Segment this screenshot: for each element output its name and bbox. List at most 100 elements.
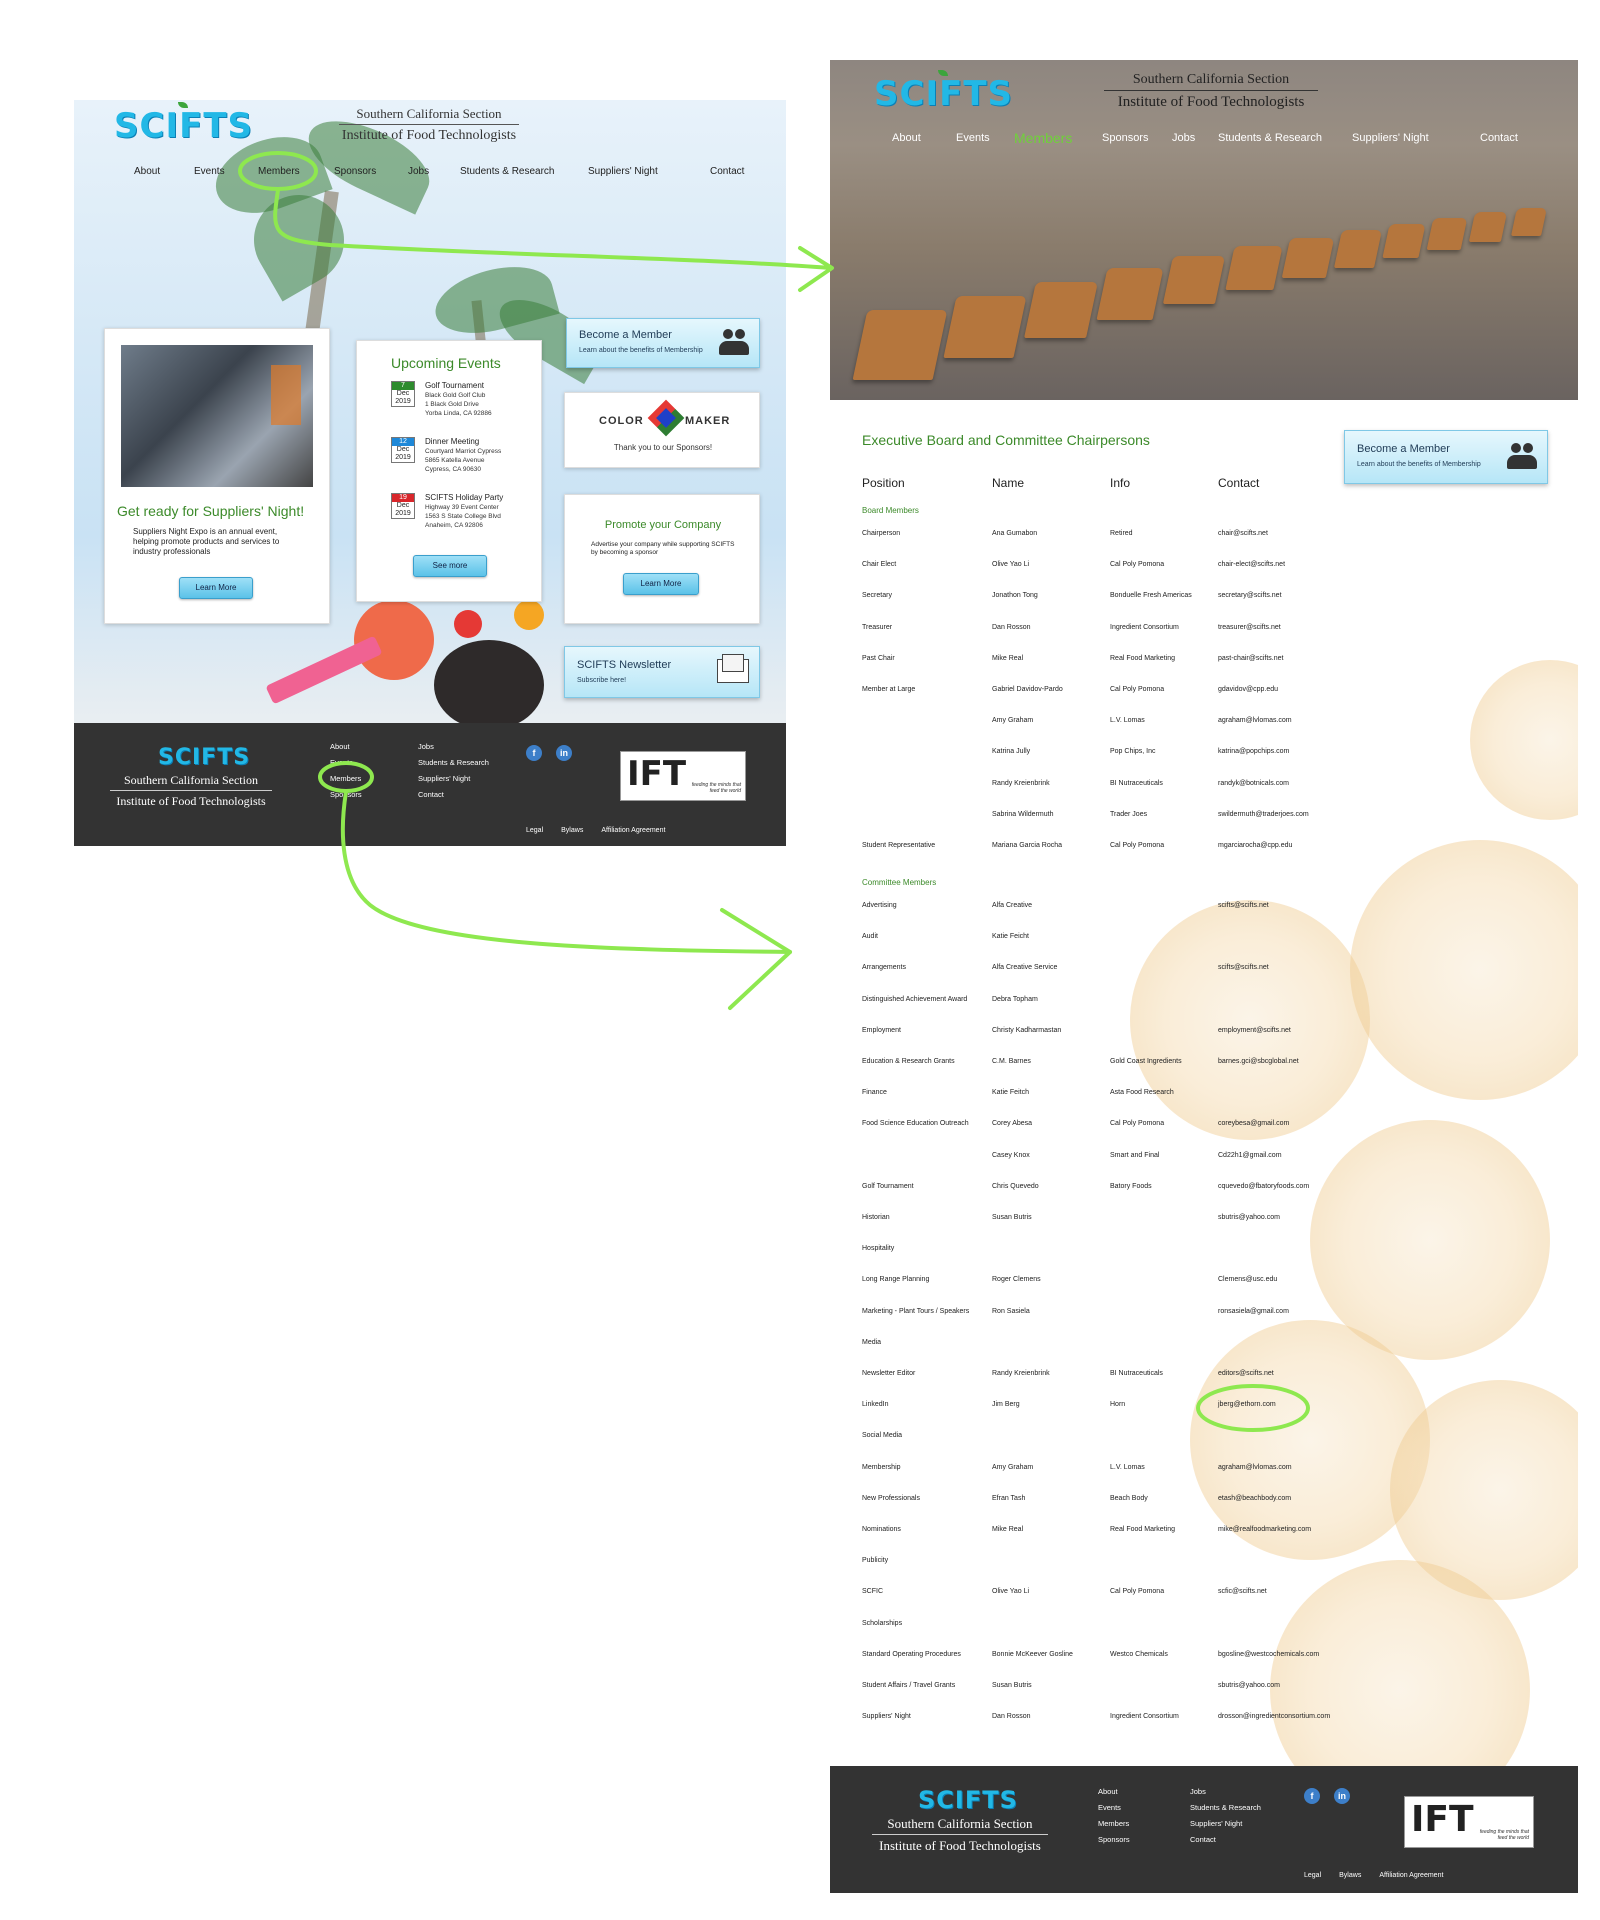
- nav-contact[interactable]: Contact: [1480, 132, 1540, 146]
- nav-students-research[interactable]: Students & Research: [460, 166, 588, 177]
- row-contact[interactable]: treasurer@scifts.net: [1218, 624, 1281, 631]
- nav-events[interactable]: Events: [956, 132, 1014, 146]
- nav-students-research[interactable]: Students & Research: [1218, 132, 1352, 146]
- logo[interactable]: SCIFTS: [114, 102, 253, 146]
- nav-contact[interactable]: Contact: [710, 166, 770, 177]
- row-position: Secretary: [862, 592, 892, 600]
- bylaws-link[interactable]: Bylaws: [1339, 1872, 1361, 1879]
- promote-learn-more-button[interactable]: Learn More: [623, 573, 699, 595]
- linkedin-icon[interactable]: in: [1334, 1788, 1350, 1804]
- row-contact[interactable]: employment@scifts.net: [1218, 1027, 1291, 1034]
- row-position: Employment: [862, 1026, 901, 1034]
- nav-about[interactable]: About: [134, 166, 194, 177]
- calendar-icon: 19 Dec 2019: [391, 493, 415, 519]
- row-contact[interactable]: drosson@ingredientconsortium.com: [1218, 1713, 1330, 1720]
- footer-link-suppliers-night[interactable]: Suppliers' Night: [418, 771, 489, 787]
- footer-link-about[interactable]: About: [330, 739, 362, 755]
- linkedin-icon[interactable]: in: [556, 745, 572, 761]
- fruit-bowl: [434, 640, 544, 730]
- see-more-button[interactable]: See more: [413, 555, 487, 577]
- footer-logo[interactable]: SCIFTS: [158, 745, 250, 770]
- row-contact[interactable]: bgosline@westcochemicals.com: [1218, 1651, 1319, 1658]
- row-contact[interactable]: agraham@lvlomas.com: [1218, 717, 1292, 724]
- footer-link-students-research[interactable]: Students & Research: [418, 755, 489, 771]
- nav-events[interactable]: Events: [194, 166, 258, 177]
- row-contact[interactable]: scifts@scifts.net: [1218, 964, 1269, 971]
- become-member-title: Become a Member: [579, 329, 672, 341]
- ift-logo[interactable]: IFT feeding the minds that feed the worl…: [1404, 1796, 1534, 1848]
- row-contact[interactable]: editors@scifts.net: [1218, 1370, 1274, 1377]
- footer-link-students-research[interactable]: Students & Research: [1190, 1800, 1261, 1816]
- nav-suppliers-night[interactable]: Suppliers' Night: [1352, 132, 1480, 146]
- affiliation-agreement-link[interactable]: Affiliation Agreement: [601, 827, 665, 834]
- legal-link[interactable]: Legal: [1304, 1872, 1321, 1879]
- row-contact[interactable]: jberg@ethorn.com: [1218, 1401, 1276, 1408]
- row-contact[interactable]: sbutris@yahoo.com: [1218, 1682, 1280, 1689]
- row-contact[interactable]: barnes.gci@sbcglobal.net: [1218, 1058, 1299, 1065]
- row-contact[interactable]: agraham@lvlomas.com: [1218, 1464, 1292, 1471]
- become-member-card[interactable]: Become a Member Learn about the benefits…: [566, 318, 760, 368]
- nav-sponsors[interactable]: Sponsors: [334, 166, 408, 177]
- become-member-card[interactable]: Become a Member Learn about the benefits…: [1344, 430, 1548, 484]
- footer-link-jobs[interactable]: Jobs: [1190, 1784, 1261, 1800]
- footer-link-jobs[interactable]: Jobs: [418, 739, 489, 755]
- chair: [1382, 224, 1426, 258]
- affiliation-agreement-link[interactable]: Affiliation Agreement: [1379, 1872, 1443, 1879]
- row-info: Ingredient Consortium: [1110, 1713, 1179, 1721]
- footer-link-suppliers-night[interactable]: Suppliers' Night: [1190, 1816, 1261, 1832]
- row-contact[interactable]: scifts@scifts.net: [1218, 902, 1269, 909]
- row-contact[interactable]: randyk@botnicals.com: [1218, 780, 1289, 787]
- nav-jobs[interactable]: Jobs: [1172, 132, 1218, 146]
- row-position: SCFIC: [862, 1588, 883, 1596]
- row-contact[interactable]: Clemens@usc.edu: [1218, 1276, 1277, 1283]
- footer-link-members[interactable]: Members: [330, 771, 362, 787]
- row-info: BI Nutraceuticals: [1110, 779, 1163, 787]
- footer-link-about[interactable]: About: [1098, 1784, 1130, 1800]
- footer-logo[interactable]: SCIFTS: [918, 1786, 1018, 1814]
- row-contact[interactable]: coreybesa@gmail.com: [1218, 1120, 1289, 1127]
- row-contact[interactable]: ronsasiela@gmail.com: [1218, 1308, 1289, 1315]
- row-contact[interactable]: Cd22h1@gmail.com: [1218, 1152, 1282, 1159]
- nav-sponsors[interactable]: Sponsors: [1102, 132, 1172, 146]
- row-position: Advertising: [862, 902, 897, 909]
- bylaws-link[interactable]: Bylaws: [561, 827, 583, 834]
- row-contact[interactable]: swildermuth@traderjoes.com: [1218, 811, 1309, 818]
- footer-link-members[interactable]: Members: [1098, 1816, 1130, 1832]
- nav-about[interactable]: About: [892, 132, 956, 146]
- row-contact[interactable]: secretary@scifts.net: [1218, 592, 1282, 599]
- facebook-icon[interactable]: f: [526, 745, 542, 761]
- footer-link-sponsors[interactable]: Sponsors: [1098, 1832, 1130, 1848]
- logo[interactable]: SCIFTS: [874, 70, 1013, 114]
- row-contact[interactable]: scfic@scifts.net: [1218, 1588, 1267, 1595]
- row-contact[interactable]: cquevedo@fbatoryfoods.com: [1218, 1183, 1309, 1190]
- row-contact[interactable]: gdavidov@cpp.edu: [1218, 686, 1278, 693]
- row-contact[interactable]: chair@scifts.net: [1218, 530, 1268, 537]
- nav-members[interactable]: Members: [258, 166, 334, 177]
- footer-link-contact[interactable]: Contact: [418, 787, 489, 803]
- row-contact[interactable]: past-chair@scifts.net: [1218, 655, 1283, 662]
- footer-link-events[interactable]: Events: [1098, 1800, 1130, 1816]
- row-contact[interactable]: mgarciarocha@cpp.edu: [1218, 842, 1292, 849]
- row-contact[interactable]: chair-elect@scifts.net: [1218, 561, 1285, 568]
- facebook-icon[interactable]: f: [1304, 1788, 1320, 1804]
- legal-link[interactable]: Legal: [526, 827, 543, 834]
- nav-members[interactable]: Members: [1014, 130, 1102, 146]
- ift-logo[interactable]: IFT feeding the minds that feed the worl…: [620, 751, 746, 801]
- nav-suppliers-night[interactable]: Suppliers' Night: [588, 166, 710, 177]
- footer-link-events[interactable]: Events: [330, 755, 362, 771]
- suppliers-learn-more-button[interactable]: Learn More: [179, 577, 253, 599]
- row-position: Social Media: [862, 1432, 903, 1440]
- newsletter-card[interactable]: SCIFTS Newsletter Subscribe here!: [564, 646, 760, 698]
- suppliers-night-card: Get ready for Suppliers' Night! Supplier…: [104, 328, 330, 624]
- row-contact[interactable]: mike@realfoodmarketing.com: [1218, 1526, 1311, 1533]
- nav-jobs[interactable]: Jobs: [408, 166, 460, 177]
- chair: [1225, 246, 1283, 290]
- table-row: Treasurer Dan Rosson Ingredient Consortium…: [862, 624, 1382, 636]
- row-contact[interactable]: sbutris@yahoo.com: [1218, 1214, 1280, 1221]
- sponsor-card[interactable]: COLOR MAKER Thank you to our Sponsors!: [564, 392, 760, 468]
- footer-link-contact[interactable]: Contact: [1190, 1832, 1261, 1848]
- footer-link-sponsors[interactable]: Sponsors: [330, 787, 362, 803]
- row-contact[interactable]: katrina@popchips.com: [1218, 748, 1289, 755]
- row-contact[interactable]: etash@beachbody.com: [1218, 1495, 1291, 1502]
- row-name: Olive Yao Li: [992, 561, 1030, 569]
